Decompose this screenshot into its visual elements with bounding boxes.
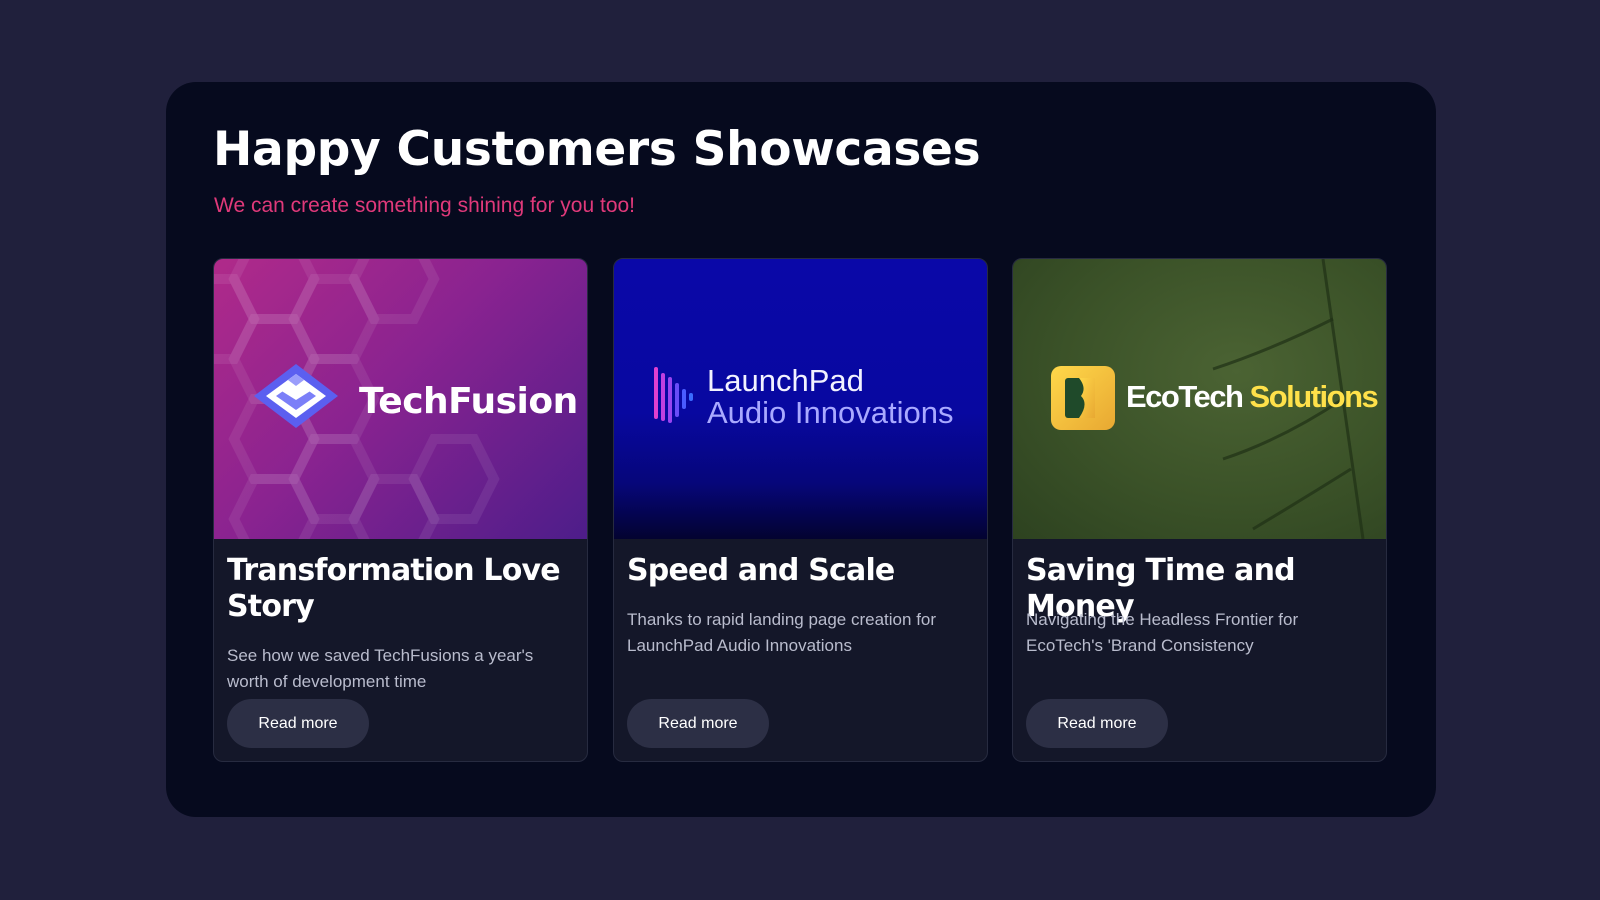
read-more-button[interactable]: Read more [1026, 699, 1168, 748]
logo-techfusion: TechFusion [359, 381, 578, 422]
showcase-card-ecotech[interactable]: EcoTech Solutions Saving Time and Money … [1012, 258, 1387, 762]
letter-e-badge-icon [1051, 366, 1115, 430]
logo-launchpad-line2: Audio Innovations [707, 395, 954, 430]
card-description: See how we saved TechFusions a year's wo… [227, 646, 534, 691]
sound-wave-icon [654, 367, 693, 423]
card-title: Speed and Scale [627, 553, 895, 588]
showcase-panel: Happy Customers Showcases We can create … [166, 82, 1436, 817]
page-title: Happy Customers Showcases [213, 122, 981, 177]
showcase-card-launchpad[interactable]: LaunchPad Audio Innovations Speed and Sc… [613, 258, 988, 762]
card-thumbnail: LaunchPad Audio Innovations [614, 259, 987, 539]
read-more-button[interactable]: Read more [627, 699, 769, 748]
layered-diamond-icon [254, 364, 338, 428]
card-thumbnail: TechFusion [214, 259, 587, 539]
logo-launchpad-line1: LaunchPad [707, 363, 864, 398]
card-description: Navigating the Headless Frontier for Eco… [1026, 610, 1299, 655]
read-more-button[interactable]: Read more [227, 699, 369, 748]
card-title: Transformation Love Story [227, 553, 561, 624]
card-thumbnail: EcoTech Solutions [1013, 259, 1386, 539]
card-description: Thanks to rapid landing page creation fo… [627, 610, 937, 655]
page-subtitle: We can create something shining for you … [214, 194, 636, 217]
logo-ecotech: EcoTech Solutions [1126, 379, 1379, 414]
showcase-card-techfusion[interactable]: TechFusion Transformation Love Story See… [213, 258, 588, 762]
